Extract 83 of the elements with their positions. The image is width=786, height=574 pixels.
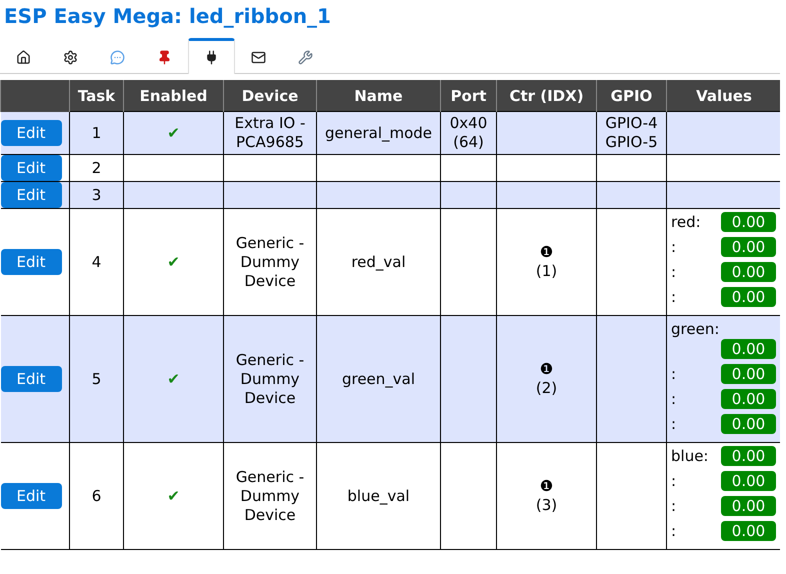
column-header: Device (224, 80, 316, 112)
edit-button[interactable]: Edit (0, 366, 62, 392)
column-header: Task (70, 80, 124, 112)
task-name: red_val (350, 252, 407, 272)
checkmark-icon: ✔ (167, 124, 180, 142)
task-number: 1 (90, 124, 102, 142)
value-label: : (671, 414, 678, 434)
value-badge: 0.00 (721, 237, 776, 257)
home-icon (16, 50, 31, 64)
value-badge: 0.00 (721, 414, 776, 434)
cell-text: Dummy (239, 252, 301, 272)
value-label: blue: (671, 446, 710, 466)
edit-button[interactable]: Edit (0, 182, 62, 208)
cell-text: (2) (534, 379, 558, 398)
cell-text: Dummy (239, 486, 301, 506)
value-label: red: (671, 212, 702, 232)
value-badge: 0.00 (721, 339, 776, 359)
envelope-icon (251, 50, 266, 64)
value-label: : (671, 237, 678, 257)
cell-text: Device (243, 506, 297, 524)
checkmark-icon: ✔ (167, 253, 180, 271)
value-badge: 0.00 (721, 496, 776, 516)
edit-button[interactable]: Edit (0, 483, 62, 509)
cell-text: Generic - (234, 234, 306, 252)
cell-text: (3) (534, 496, 558, 515)
cell-text: 0x40 (448, 114, 488, 133)
value-label: : (671, 364, 678, 384)
value-label: : (671, 389, 678, 409)
checkmark-icon: ✔ (167, 487, 180, 505)
value-label: : (671, 262, 678, 282)
cell-text: ❶ (538, 360, 554, 379)
task-number: 2 (90, 158, 102, 178)
cell-text: PCA9685 (235, 133, 305, 152)
cell-text: ❶ (538, 243, 554, 262)
value-badge: 0.00 (721, 521, 776, 541)
value-badge: 0.00 (721, 262, 776, 282)
value-label: : (671, 287, 678, 307)
value-badge: 0.00 (721, 446, 776, 466)
column-header: Port (440, 80, 496, 112)
task-number: 5 (90, 370, 102, 388)
column-header: Name (316, 80, 440, 112)
cell-text: Extra IO - (234, 114, 306, 133)
value-badge: 0.00 (721, 364, 776, 384)
cell-text: Dummy (239, 370, 301, 388)
settings-icon (63, 50, 78, 64)
value-badge: 0.00 (721, 287, 776, 307)
value-badge: 0.00 (721, 471, 776, 491)
edit-button[interactable]: Edit (0, 155, 62, 181)
cell-text: Generic - (234, 350, 306, 370)
plug-icon (204, 50, 219, 65)
task-name: green_val (340, 370, 416, 388)
cell-text: GPIO-4 (604, 114, 659, 133)
task-name: blue_val (346, 486, 411, 506)
value-label: green: (671, 319, 720, 339)
task-number: 3 (90, 186, 102, 204)
edit-button[interactable]: Edit (0, 120, 62, 146)
column-header: GPIO (596, 80, 666, 112)
cell-text: ❶ (538, 477, 554, 496)
task-number: 4 (90, 252, 102, 272)
page-title: ESP Easy Mega: led_ribbon_1 (3, 3, 332, 30)
cell-text: (64) (452, 133, 485, 152)
column-header (0, 80, 70, 112)
task-name: general_mode (324, 124, 434, 142)
pushpin-icon (157, 50, 172, 64)
cell-text: Device (243, 272, 297, 290)
value-label: : (671, 471, 678, 491)
cell-text: GPIO-5 (604, 133, 659, 152)
cell-text: (1) (534, 262, 558, 281)
column-header: Ctr (IDX) (496, 80, 596, 112)
edit-button[interactable]: Edit (0, 249, 62, 275)
wrench-icon (298, 50, 313, 64)
column-header: Enabled (124, 80, 224, 112)
value-label: : (671, 521, 678, 541)
checkmark-icon: ✔ (167, 370, 180, 388)
speech-bubble-icon (110, 50, 125, 64)
cell-text: Generic - (234, 468, 306, 486)
value-badge: 0.00 (721, 389, 776, 409)
tab[interactable] (188, 38, 235, 74)
value-label: : (671, 496, 678, 516)
value-badge: 0.00 (721, 212, 776, 232)
task-number: 6 (90, 486, 102, 506)
column-header: Values (666, 80, 780, 112)
cell-text: Device (243, 388, 297, 408)
